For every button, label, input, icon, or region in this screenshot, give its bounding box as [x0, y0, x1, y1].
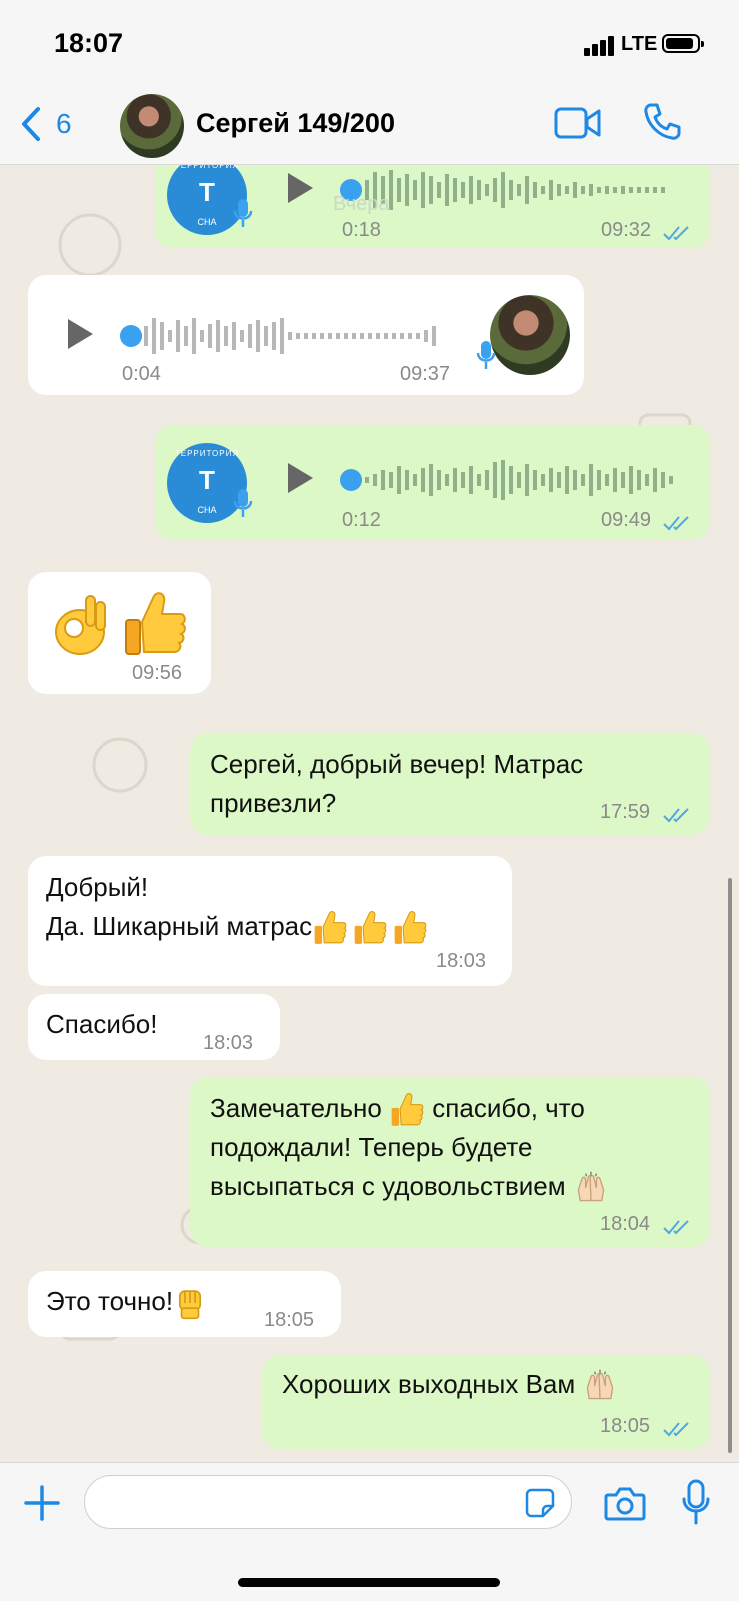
- read-ticks-icon: [663, 1422, 689, 1437]
- play-icon[interactable]: [285, 461, 315, 495]
- message-text-out[interactable]: Сергей, добрый вечер! Матрас привезли? 1…: [190, 733, 710, 835]
- read-ticks-icon: [663, 516, 689, 531]
- message-time: 18:05: [264, 1309, 315, 1331]
- message-line: Сергей, добрый вечер! Матрас: [210, 749, 584, 779]
- plus-icon[interactable]: [24, 1485, 60, 1521]
- message-text-out[interactable]: Хороших выходных Вам 18:05: [262, 1355, 710, 1449]
- thumbs-up-emoji: [391, 1093, 424, 1127]
- camera-icon[interactable]: [604, 1485, 646, 1521]
- raising-hands-emoji: [577, 1172, 605, 1202]
- chat-header: 6 Сергей 149/200: [0, 90, 739, 165]
- sender-avatar: [490, 295, 570, 375]
- date-overlay: Вчера: [333, 193, 390, 215]
- unread-count: 6: [56, 108, 72, 139]
- raised-fist-emoji: [179, 1290, 202, 1320]
- chevron-left-icon: [22, 107, 40, 141]
- message-time: 18:04: [600, 1213, 651, 1235]
- message-time: 18:05: [600, 1415, 651, 1437]
- voice-duration: 0:04: [122, 363, 161, 385]
- read-ticks-icon: [663, 226, 689, 241]
- signal-icon: [584, 36, 616, 56]
- message-line: Это точно!: [46, 1286, 174, 1316]
- message-text-in[interactable]: Это точно! 18:05: [28, 1271, 341, 1337]
- message-time: 17:59: [600, 801, 651, 823]
- voice-waveform[interactable]: [365, 170, 695, 210]
- message-time: 09:37: [400, 363, 451, 385]
- message-line: Замечательно: [210, 1093, 382, 1123]
- logo-text-top: ТЕРРИТОРИЯ: [174, 165, 240, 170]
- message-input[interactable]: [84, 1475, 572, 1529]
- status-bar: 18:07 LTE: [0, 0, 739, 90]
- read-ticks-icon: [663, 1220, 689, 1235]
- thumbs-up-emoji: [125, 592, 186, 655]
- message-text: Замечательно спасибо, что подождали! Теп…: [210, 1089, 609, 1206]
- logo-text-top: ТЕРРИТОРИЯ: [174, 449, 240, 458]
- message-time: 18:03: [203, 1032, 254, 1054]
- message-text: Спасибо!: [46, 1009, 158, 1039]
- voice-progress-dot[interactable]: [340, 469, 362, 491]
- message-text-out[interactable]: Замечательно спасибо, что подождали! Теп…: [190, 1077, 710, 1247]
- mic-icon[interactable]: [681, 1479, 711, 1525]
- message-time: 09:56: [132, 662, 183, 684]
- contact-name[interactable]: Сергей 149/200: [196, 108, 395, 139]
- scrollbar[interactable]: [728, 878, 732, 1453]
- message-text: Это точно!: [46, 1282, 207, 1321]
- chat-area[interactable]: ТЕРРИТОРИЯ Т СНА Вчера 0:18 09:32 0:04 0…: [0, 165, 739, 1462]
- play-icon[interactable]: [285, 171, 315, 205]
- contact-avatar[interactable]: [120, 94, 184, 158]
- message-line: привезли?: [210, 788, 337, 818]
- message-line: Добрый!: [46, 872, 149, 902]
- voice-waveform[interactable]: [144, 316, 454, 356]
- message-line: Да. Шикарный матрас: [46, 911, 313, 941]
- message-emoji-in[interactable]: 09:56: [28, 572, 211, 694]
- back-button[interactable]: 6: [20, 106, 72, 142]
- home-indicator[interactable]: [238, 1578, 500, 1587]
- message-text: Сергей, добрый вечер! Матрас привезли?: [210, 745, 583, 823]
- message-text: Добрый! Да. Шикарный матрас: [46, 868, 428, 946]
- phone-icon[interactable]: [642, 102, 682, 142]
- message-line: спасибо, что: [432, 1093, 585, 1123]
- raising-hands-emoji: [587, 1369, 614, 1400]
- message-text: Хороших выходных Вам: [282, 1365, 618, 1404]
- message-text-in[interactable]: Добрый! Да. Шикарный матрас 18:03: [28, 856, 512, 986]
- message-line: подождали! Теперь будете: [210, 1132, 533, 1163]
- message-time: 09:49: [601, 509, 652, 531]
- play-icon[interactable]: [65, 317, 95, 351]
- network-type: LTE: [621, 33, 658, 55]
- voice-waveform[interactable]: [365, 460, 695, 500]
- message-line: высыпаться с удовольствием: [210, 1171, 566, 1202]
- message-voice-in[interactable]: 0:04 09:37: [28, 275, 584, 395]
- input-bar: [0, 1462, 739, 1601]
- read-ticks-icon: [663, 808, 689, 823]
- mic-icon: [476, 341, 496, 369]
- message-voice-out[interactable]: ТЕРРИТОРИЯ Т СНА 0:12 09:49: [155, 425, 710, 540]
- thumbs-up-emoji: [312, 911, 428, 945]
- message-time: 18:03: [436, 950, 487, 972]
- voice-progress-dot[interactable]: [120, 325, 142, 347]
- battery-icon: [662, 34, 704, 53]
- mic-icon: [233, 199, 253, 227]
- message-time: 09:32: [601, 219, 652, 241]
- sticker-icon[interactable]: [525, 1488, 555, 1518]
- mic-icon: [233, 489, 253, 517]
- message-voice-out[interactable]: ТЕРРИТОРИЯ Т СНА Вчера 0:18 09:32: [155, 165, 710, 248]
- video-call-icon[interactable]: [554, 106, 602, 140]
- voice-duration: 0:12: [342, 509, 381, 531]
- ok-hand-emoji: [55, 595, 106, 655]
- voice-duration: 0:18: [342, 219, 381, 241]
- message-line: Хороших выходных Вам: [282, 1369, 576, 1399]
- status-time: 18:07: [54, 28, 124, 58]
- message-text-in[interactable]: Спасибо! 18:03: [28, 994, 280, 1060]
